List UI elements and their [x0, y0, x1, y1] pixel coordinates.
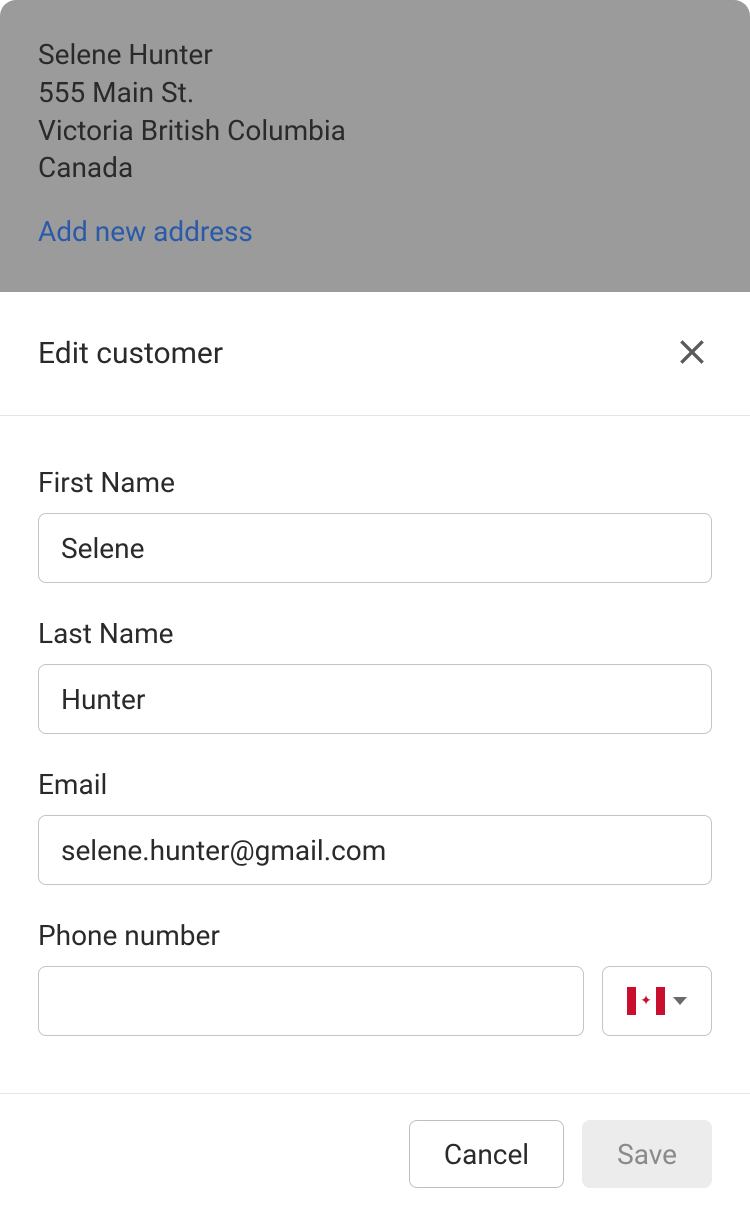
last-name-input[interactable]	[38, 664, 712, 734]
email-input[interactable]	[38, 815, 712, 885]
cancel-button[interactable]: Cancel	[409, 1120, 564, 1188]
first-name-input[interactable]	[38, 513, 712, 583]
customer-city-province: Victoria British Columbia	[38, 112, 712, 150]
close-icon	[676, 336, 708, 368]
first-name-group: First Name	[38, 466, 712, 583]
modal-title: Edit customer	[38, 336, 223, 371]
canada-flag-icon: ✦	[627, 987, 665, 1015]
phone-country-select[interactable]: ✦	[602, 966, 712, 1036]
customer-country: Canada	[38, 149, 712, 187]
email-group: Email	[38, 768, 712, 885]
last-name-group: Last Name	[38, 617, 712, 734]
phone-row: ✦	[38, 966, 712, 1036]
background-address-panel: Selene Hunter 555 Main St. Victoria Brit…	[0, 0, 750, 292]
edit-customer-modal: Edit customer First Name Last Name Email…	[0, 292, 750, 1222]
first-name-label: First Name	[38, 466, 712, 499]
last-name-label: Last Name	[38, 617, 712, 650]
add-new-address-link[interactable]: Add new address	[38, 215, 253, 248]
phone-group: Phone number ✦	[38, 919, 712, 1036]
customer-street: 555 Main St.	[38, 74, 712, 112]
save-button[interactable]: Save	[582, 1120, 712, 1188]
customer-name: Selene Hunter	[38, 36, 712, 74]
phone-label: Phone number	[38, 919, 712, 952]
email-label: Email	[38, 768, 712, 801]
close-button[interactable]	[672, 332, 712, 375]
modal-header: Edit customer	[0, 292, 750, 416]
phone-input[interactable]	[38, 966, 584, 1036]
modal-footer: Cancel Save	[0, 1093, 750, 1222]
modal-body: First Name Last Name Email Phone number …	[0, 416, 750, 1093]
customer-address-block: Selene Hunter 555 Main St. Victoria Brit…	[38, 36, 712, 187]
chevron-down-icon	[673, 997, 687, 1005]
